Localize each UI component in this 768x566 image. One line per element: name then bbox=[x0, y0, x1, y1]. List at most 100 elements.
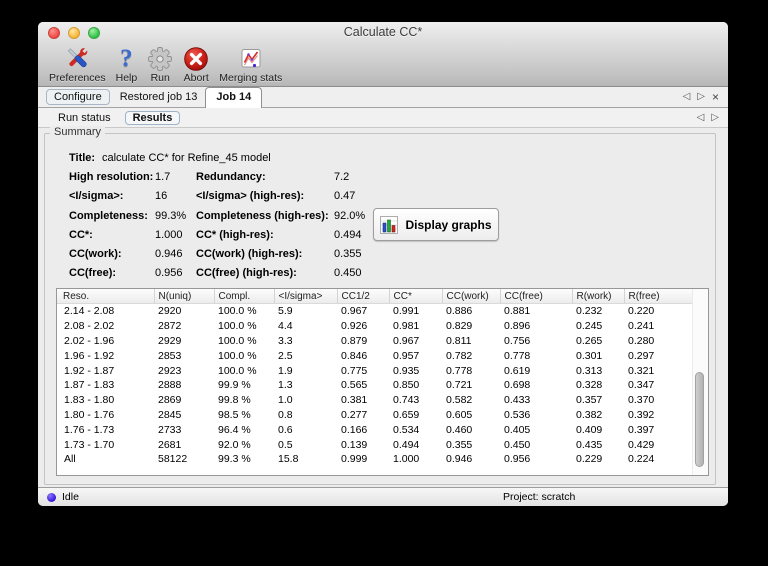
toolbar-item-help[interactable]: ? Help bbox=[111, 44, 143, 86]
tab-close-icon[interactable]: × bbox=[712, 91, 719, 103]
title-bar[interactable]: Calculate CC* bbox=[38, 22, 728, 42]
toolbar-item-abort[interactable]: Abort bbox=[178, 44, 214, 86]
tab-job-14[interactable]: Job 14 bbox=[205, 86, 263, 109]
table-cell: 100.0 % bbox=[218, 364, 257, 377]
tab-scroll-right-icon[interactable]: ▷ bbox=[697, 92, 705, 102]
toolbar-item-merging-stats[interactable]: Merging stats bbox=[214, 44, 287, 86]
table-cell: 0.957 bbox=[393, 349, 420, 362]
status-bar: Idle Project: scratch bbox=[38, 487, 728, 506]
summary-stat-value: 99.3% bbox=[155, 209, 187, 222]
table-cell: 0.429 bbox=[628, 438, 655, 451]
summary-title-label: Title: bbox=[69, 151, 96, 164]
data-table: Reso. N(uniq) Compl. <I/sigma> CC1/2 CC* CC(wo… bbox=[57, 289, 694, 467]
table-cell: 15.8 bbox=[278, 453, 299, 466]
table-row[interactable]: All 58122 99.3 % 15.8 0.999 1.000 0.946 0.956 0.… bbox=[57, 452, 694, 467]
column-header[interactable]: Compl. bbox=[213, 289, 274, 304]
table-row[interactable]: 2.02 - 1.96 2929 100.0 % 3.3 0.879 0.967 0.811… bbox=[57, 334, 694, 349]
column-header[interactable]: Reso. bbox=[57, 289, 154, 304]
table-row[interactable]: 1.92 - 1.87 2923 100.0 % 1.9 0.775 0.935 0.778… bbox=[57, 363, 694, 378]
table-cell: 0.139 bbox=[341, 438, 368, 451]
table-cell: 1.80 - 1.76 bbox=[64, 408, 115, 421]
table-cell: 1.000 bbox=[393, 453, 420, 466]
table-cell: 2923 bbox=[158, 364, 182, 377]
table-row[interactable]: 1.76 - 1.73 2733 96.4 % 0.6 0.166 0.534 0.460 0… bbox=[57, 422, 694, 437]
table-row[interactable]: 2.14 - 2.08 2920 100.0 % 5.9 0.967 0.991 0.886… bbox=[57, 304, 694, 319]
table-cell: 2.02 - 1.96 bbox=[64, 334, 115, 347]
table-cell: 0.619 bbox=[504, 364, 531, 377]
display-graphs-button[interactable]: Display graphs bbox=[373, 208, 499, 241]
tab-results[interactable]: Results bbox=[124, 110, 181, 125]
toolbar-item-label: Run bbox=[150, 72, 170, 84]
display-graphs-label: Display graphs bbox=[405, 217, 492, 232]
bar-chart-icon bbox=[380, 215, 399, 234]
table-cell: 2.08 - 2.02 bbox=[64, 320, 115, 333]
table-scrollbar[interactable] bbox=[692, 289, 708, 475]
tab-configure[interactable]: Configure bbox=[46, 89, 110, 105]
table-cell: 0.536 bbox=[504, 408, 531, 421]
table-cell: 2.5 bbox=[278, 349, 293, 362]
table-cell: 0.347 bbox=[628, 379, 655, 392]
table-row[interactable]: 1.83 - 1.80 2869 99.8 % 1.0 0.381 0.743 0.582 0… bbox=[57, 393, 694, 408]
subtab-scroll-left-icon[interactable]: ◁ bbox=[697, 112, 705, 123]
table-cell: 0.8 bbox=[278, 408, 293, 421]
table-cell: 58122 bbox=[158, 453, 188, 466]
tab-scroll-left-icon[interactable]: ◁ bbox=[683, 92, 691, 102]
table-cell: 0.245 bbox=[576, 320, 603, 333]
table-cell: 1.9 bbox=[278, 364, 293, 377]
table-cell: 0.782 bbox=[446, 349, 473, 362]
summary-title-row: Title: calculate CC* for Refine_45 model bbox=[69, 148, 469, 167]
tab-run-status[interactable]: Run status bbox=[50, 111, 119, 125]
scrollbar-thumb[interactable] bbox=[695, 372, 704, 467]
table-row[interactable]: 1.96 - 1.92 2853 100.0 % 2.5 0.846 0.957 0.782… bbox=[57, 348, 694, 363]
status-text: Idle bbox=[62, 491, 79, 503]
summary-row: CC(free): 0.956 CC(free) (high-res): 0.450 bbox=[69, 264, 469, 283]
table-cell: 0.405 bbox=[504, 423, 531, 436]
table-cell: 0.886 bbox=[446, 305, 473, 318]
table-cell: 0.392 bbox=[628, 408, 655, 421]
toolbar-item-label: Help bbox=[115, 72, 138, 84]
summary-stat-label: CC(free): bbox=[69, 267, 117, 280]
column-header[interactable]: CC(work) bbox=[441, 289, 500, 304]
table-cell: 2733 bbox=[158, 423, 182, 436]
table-cell: 0.756 bbox=[504, 334, 531, 347]
table-cell: 0.370 bbox=[628, 394, 655, 407]
subtab-scroll-right-icon[interactable]: ▷ bbox=[711, 112, 719, 123]
table-row[interactable]: 2.08 - 2.02 2872 100.0 % 4.4 0.926 0.981 0.829… bbox=[57, 319, 694, 334]
table-cell: 0.355 bbox=[446, 438, 473, 451]
table-cell: 0.224 bbox=[628, 453, 655, 466]
summary-stat-label: CC*: bbox=[69, 228, 93, 241]
table-cell: 0.409 bbox=[576, 423, 603, 436]
app-window: Calculate CC* Preferences ? Help Run Abo… bbox=[38, 22, 728, 506]
summary-stat-label: Redundancy: bbox=[196, 170, 266, 183]
toolbar-item-preferences[interactable]: Preferences bbox=[44, 44, 111, 86]
table-cell: 0.5 bbox=[278, 438, 293, 451]
summary-groupbox: Title: calculate CC* for Refine_45 model… bbox=[44, 133, 716, 485]
column-header[interactable]: <I/sigma> bbox=[273, 289, 337, 304]
table-cell: 0.450 bbox=[504, 438, 531, 451]
column-header[interactable]: R(free) bbox=[623, 289, 694, 304]
preferences-tools-icon bbox=[63, 45, 92, 72]
status-indicator-icon bbox=[47, 492, 56, 502]
column-header[interactable]: N(uniq) bbox=[153, 289, 214, 304]
table-cell: 0.433 bbox=[504, 394, 531, 407]
table-cell: 0.277 bbox=[341, 408, 368, 421]
table-cell: 0.721 bbox=[446, 379, 473, 392]
summary-stat-value: 1.000 bbox=[155, 228, 183, 241]
table-row[interactable]: 1.73 - 1.70 2681 92.0 % 0.5 0.139 0.494 0.355 0… bbox=[57, 437, 694, 452]
column-header[interactable]: CC(free) bbox=[499, 289, 572, 304]
table-cell: 0.232 bbox=[576, 305, 603, 318]
column-header[interactable]: CC* bbox=[388, 289, 442, 304]
table-cell: 0.460 bbox=[446, 423, 473, 436]
column-header[interactable]: R(work) bbox=[571, 289, 624, 304]
table-cell: 0.778 bbox=[504, 349, 531, 362]
window-chrome: Calculate CC* Preferences ? Help Run Abo… bbox=[38, 22, 728, 87]
tab-restored-job-13[interactable]: Restored job 13 bbox=[112, 89, 206, 105]
table-cell: 0.811 bbox=[446, 334, 472, 347]
table-cell: 2853 bbox=[158, 349, 182, 362]
table-row[interactable]: 1.87 - 1.83 2888 99.9 % 1.3 0.565 0.850 0.721 0… bbox=[57, 378, 694, 393]
table-row[interactable]: 1.80 - 1.76 2845 98.5 % 0.8 0.277 0.659 0.605 0… bbox=[57, 408, 694, 423]
table-cell: 0.582 bbox=[446, 394, 473, 407]
project-label: Project: scratch bbox=[503, 491, 576, 503]
column-header[interactable]: CC1/2 bbox=[336, 289, 389, 304]
toolbar-item-run[interactable]: Run bbox=[142, 44, 178, 86]
